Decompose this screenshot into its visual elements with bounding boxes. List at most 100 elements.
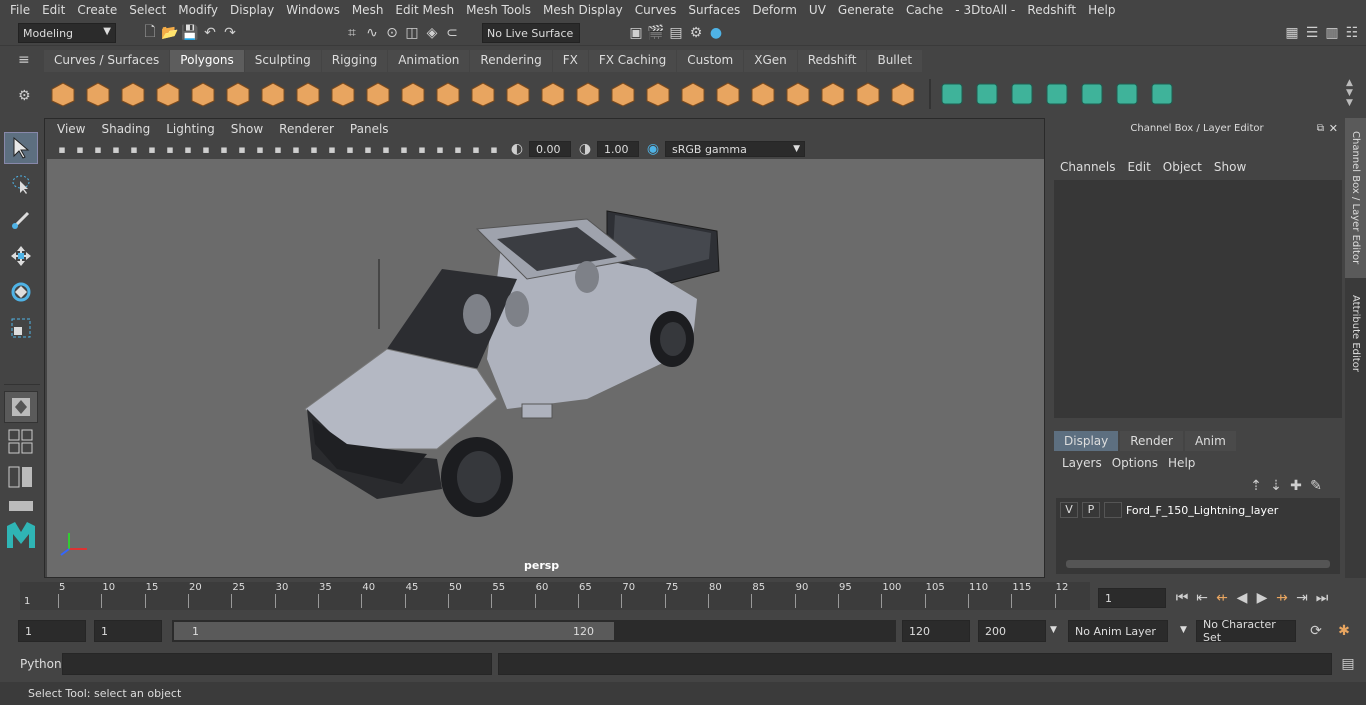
menu-file[interactable]: File [4,3,36,17]
range-handle[interactable]: 1 120 [174,622,614,640]
wireframe-on-shaded-icon[interactable]: ▪ [287,139,305,159]
pipe-icon[interactable] [293,79,323,109]
go-to-start-icon[interactable]: ⏮ [1172,588,1192,608]
channel-menu-edit[interactable]: Edit [1124,160,1159,174]
menu-generate[interactable]: Generate [832,3,900,17]
viewport-menu-view[interactable]: View [49,122,93,136]
layout-single-icon[interactable] [4,391,38,423]
render-frame-icon[interactable]: 🎬 [646,23,666,43]
tab-curves-surfaces[interactable]: Curves / Surfaces [44,50,170,72]
smooth-shade-icon[interactable]: ▪ [269,139,287,159]
playback-end-field[interactable]: 120 [902,620,970,642]
menu-create[interactable]: Create [71,3,123,17]
colorspace-dropdown[interactable]: sRGB gamma ▼ [665,141,805,157]
pyramid-icon[interactable] [258,79,288,109]
range-track[interactable]: 1 120 [172,620,896,642]
exposure-icon[interactable]: ◐ [507,139,527,159]
bool-union-icon[interactable] [468,79,498,109]
layout-outliner-icon[interactable] [4,497,38,515]
xray-active-icon[interactable]: ▪ [485,139,503,159]
layout-quad-icon[interactable] [4,427,38,457]
menu-mesh[interactable]: Mesh [346,3,390,17]
menu-mesh-tools[interactable]: Mesh Tools [460,3,537,17]
auto-uv-icon[interactable] [888,79,918,109]
layer-scrollbar[interactable] [1066,560,1330,568]
film-gate-icon[interactable]: ▪ [143,139,161,159]
rotate-tool-icon[interactable] [4,276,38,308]
tool-settings-icon[interactable]: ☷ [1342,23,1362,43]
move-layer-up-icon[interactable]: ⇡ [1246,476,1266,496]
wireframe-icon[interactable]: ▪ [251,139,269,159]
tab-attribute-editor[interactable]: Attribute Editor [1345,283,1366,383]
lock-camera-icon[interactable]: ▪ [71,139,89,159]
snap-view-icon[interactable]: ◫ [402,23,422,43]
menu-select[interactable]: Select [123,3,172,17]
move-tool-icon[interactable] [4,240,38,272]
layer-visibility-toggle[interactable]: V [1060,502,1078,518]
new-layer-selected-icon[interactable]: ✎ [1306,476,1326,496]
shelf-settings-icon[interactable]: ⚙ [18,88,36,108]
menu-edit-mesh[interactable]: Edit Mesh [389,3,460,17]
layout-two-pane-icon[interactable] [4,461,38,493]
new-scene-icon[interactable]: 🗋 [140,23,160,43]
time-slider-bar[interactable]: 5 10 15 20 25 30 35 40 45 50 55 60 65 70 75 80 85 90 95 100… [20,582,1090,610]
copy-uvs-icon[interactable] [1007,79,1037,109]
command-language-label[interactable]: Python [20,657,62,671]
insert-edge-loop-icon[interactable] [748,79,778,109]
append-icon[interactable] [608,79,638,109]
image-plane-icon[interactable]: ▪ [107,139,125,159]
separate-icon[interactable] [363,79,393,109]
ambient-occlusion-icon[interactable]: ▪ [359,139,377,159]
menu-mesh-display[interactable]: Mesh Display [537,3,629,17]
tab-fx-caching[interactable]: FX Caching [588,50,677,72]
checker-icon[interactable] [1112,79,1142,109]
target-weld-icon[interactable] [678,79,708,109]
shelf-menu-icon[interactable]: ≡ [18,52,36,72]
cone-icon[interactable] [153,79,183,109]
menu-display[interactable]: Display [224,3,280,17]
xray-joints-icon[interactable]: ▪ [467,139,485,159]
tab-bullet[interactable]: Bullet [867,50,923,72]
menu-uv[interactable]: UV [803,3,832,17]
field-chart-icon[interactable]: ▪ [197,139,215,159]
select-camera-icon[interactable]: ▪ [53,139,71,159]
step-back-frame-icon[interactable]: ⇷ [1212,588,1232,608]
hypershade-icon[interactable]: ● [706,23,726,43]
tab-channel-box[interactable]: Channel Box / Layer Editor [1345,118,1366,278]
safe-action-icon[interactable]: ▪ [215,139,233,159]
layer-menu-help[interactable]: Help [1168,456,1205,470]
gamma-icon[interactable]: ◑ [575,139,595,159]
symmetry-icon[interactable] [1147,79,1177,109]
tab-redshift[interactable]: Redshift [797,50,867,72]
select-tool-icon[interactable] [4,132,38,164]
exposure-field[interactable]: 0.00 [529,141,571,157]
current-frame-field[interactable]: 1 [1098,588,1166,608]
menu-deform[interactable]: Deform [746,3,803,17]
textured-icon[interactable]: ▪ [305,139,323,159]
channel-box-area[interactable] [1054,180,1342,418]
chevron-down-icon[interactable]: ▼ [1050,625,1057,635]
snap-surface-icon[interactable]: ◈ [422,23,442,43]
motion-blur-icon[interactable]: ▪ [377,139,395,159]
viewport-menu-shading[interactable]: Shading [93,122,158,136]
viewport-menu-panels[interactable]: Panels [342,122,397,136]
tab-display[interactable]: Display [1054,431,1119,451]
menu-curves[interactable]: Curves [629,3,683,17]
chevron-down-icon[interactable]: ▼ [1180,625,1187,635]
ipr-render-icon[interactable]: ▤ [666,23,686,43]
gate-mask-icon[interactable]: ▪ [179,139,197,159]
outliner-icon[interactable]: ☰ [1302,23,1322,43]
attribute-editor-icon[interactable]: ▥ [1322,23,1342,43]
step-back-key-icon[interactable]: ⇤ [1192,588,1212,608]
layer-row[interactable]: V P Ford_F_150_Lightning_layer [1060,500,1336,520]
isolate-select-icon[interactable]: ▪ [431,139,449,159]
mode-dropdown[interactable]: Modeling ▼ [18,23,116,43]
tab-anim[interactable]: Anim [1184,431,1236,451]
channel-menu-object[interactable]: Object [1159,160,1210,174]
new-layer-icon[interactable]: ✚ [1286,476,1306,496]
layer-name[interactable]: Ford_F_150_Lightning_layer [1126,504,1278,517]
center-pivot-icon[interactable] [713,79,743,109]
sphere-icon[interactable] [48,79,78,109]
snap-point-icon[interactable]: ⊙ [382,23,402,43]
planar-uv-icon[interactable] [853,79,883,109]
